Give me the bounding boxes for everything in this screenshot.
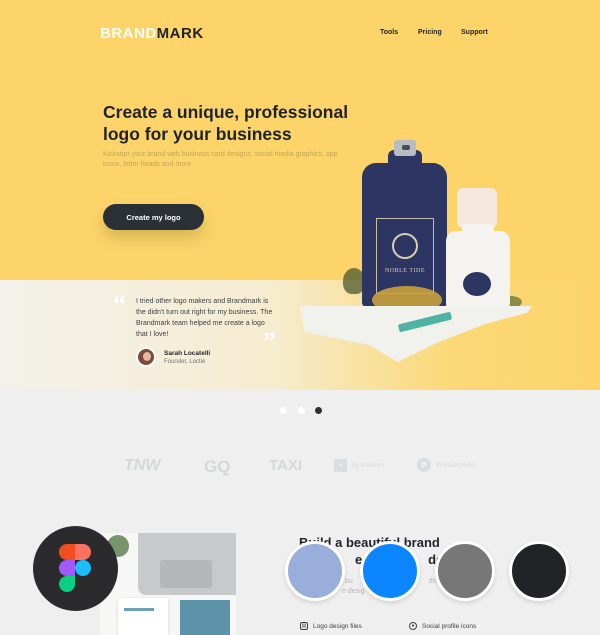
wave-emblem-icon	[463, 272, 491, 296]
logo-brand-text: BRAND	[100, 25, 157, 42]
feature-social-profile-icons: ● Social profile icons	[409, 622, 476, 630]
nav-tools-link[interactable]: Tools	[380, 29, 398, 36]
carousel-dot-2[interactable]	[298, 407, 305, 414]
lotion-bottle-image	[446, 231, 510, 309]
testimonial-text: I tried other logo makers and Brandmark …	[136, 298, 273, 338]
feature-label: Social profile icons	[422, 622, 477, 630]
product-hunt-icon: P	[417, 458, 431, 472]
business-card-image	[118, 598, 168, 635]
feature-label: Logo design files	[313, 622, 362, 630]
profile-icon: ●	[409, 622, 417, 630]
hero-headline: Create a unique, professional logo for y…	[103, 102, 349, 144]
section-sub-fragment: bu	[345, 578, 353, 585]
file-icon: ▤	[300, 622, 308, 630]
swatch-periwinkle[interactable]	[285, 541, 345, 601]
invision-icon: in	[334, 459, 347, 472]
carousel-dot-1[interactable]	[280, 407, 287, 414]
figma-badge	[33, 526, 118, 611]
bottle-label-text: NOBLE TIDE	[384, 268, 426, 274]
brandmark-logo[interactable]: BRANDMARK	[100, 25, 204, 42]
noble-tide-emblem-icon	[392, 233, 418, 259]
laptop-trackpad	[160, 560, 212, 588]
swatch-blue[interactable]	[360, 541, 420, 601]
hero-subtext: Kickstart your brand with business card …	[103, 151, 338, 168]
press-logo-gq: GQ	[204, 457, 231, 476]
feature-logo-design-files: ▤ Logo design files	[300, 622, 362, 630]
press-logo-tnw: TNW	[124, 457, 161, 474]
close-quote-icon: ”	[263, 327, 276, 356]
carousel-dot-3[interactable]	[315, 407, 322, 414]
white-bottle-cap	[457, 188, 497, 228]
press-logo-taxi: TAXI	[269, 457, 303, 474]
business-card-line	[124, 608, 154, 611]
press-logo-product-hunt: Product Hunt	[436, 462, 474, 469]
swatch-gray[interactable]	[435, 541, 495, 601]
press-logo-invision: by InVision	[352, 462, 384, 469]
nav-pricing-link[interactable]: Pricing	[418, 29, 442, 36]
testimonial-role: Founder, Loctie	[164, 359, 206, 365]
bottle-nozzle	[402, 145, 410, 150]
figma-icon	[59, 544, 91, 592]
swatch-black[interactable]	[509, 541, 569, 601]
avatar	[136, 347, 156, 367]
blue-card-image	[180, 600, 230, 635]
create-logo-button[interactable]: Create my logo	[103, 204, 204, 230]
logo-mark-text: MARK	[156, 25, 204, 42]
open-quote-icon: “	[113, 290, 126, 319]
testimonial-author: Sarah Locatelli	[164, 350, 211, 357]
nav-support-link[interactable]: Support	[461, 29, 488, 36]
